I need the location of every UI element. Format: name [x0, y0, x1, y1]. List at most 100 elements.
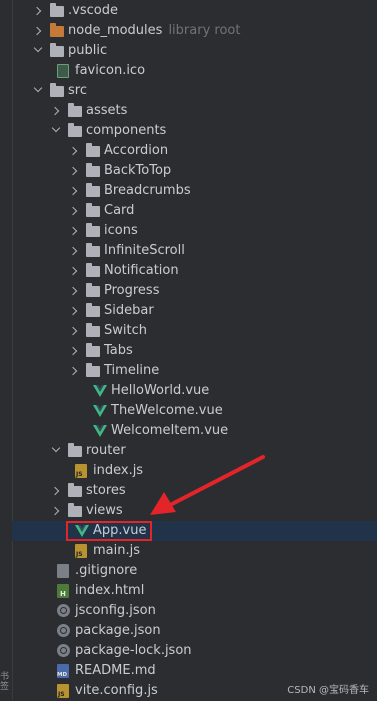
chevron-down-icon[interactable] [52, 121, 62, 141]
js-file-icon [75, 544, 87, 558]
tree-folder-row[interactable]: Tabs [12, 341, 377, 361]
tree-item-label: Card [104, 203, 135, 218]
tree-file-row[interactable]: favicon.ico [12, 61, 377, 81]
chevron-right-icon[interactable] [70, 181, 80, 201]
folder-icon [86, 203, 100, 217]
tree-item-label: index.html [75, 583, 145, 598]
bookmarks-tab-label[interactable]: 书签 [0, 672, 10, 692]
json-file-icon [57, 624, 70, 637]
tree-file-row[interactable]: README.md [12, 661, 377, 681]
tree-file-row[interactable]: index.js [12, 461, 377, 481]
tree-item-label: HelloWorld.vue [111, 383, 210, 398]
folder-icon [86, 363, 100, 377]
folder-icon [68, 103, 82, 117]
tree-item-label: node_modules library root [68, 23, 241, 38]
tree-file-row[interactable]: .gitignore [12, 561, 377, 581]
chevron-right-icon[interactable] [34, 1, 44, 21]
tree-file-row[interactable]: main.js [12, 541, 377, 561]
vue-file-icon [93, 385, 107, 397]
tree-item-label: Accordion [104, 143, 169, 158]
tree-folder-row[interactable]: Progress [12, 281, 377, 301]
tree-item-label: package-lock.json [75, 643, 192, 658]
tree-item-label: stores [86, 483, 126, 498]
chevron-right-icon[interactable] [70, 241, 80, 261]
tree-folder-row[interactable]: node_modules library root [12, 21, 377, 41]
tree-file-row[interactable]: HelloWorld.vue [12, 381, 377, 401]
tree-item-label: Switch [104, 323, 147, 338]
tree-folder-row[interactable]: public [12, 41, 377, 61]
tree-folder-row[interactable]: Switch [12, 321, 377, 341]
tree-folder-row[interactable]: Card [12, 201, 377, 221]
chevron-right-icon[interactable] [70, 221, 80, 241]
selection-highlight-box [66, 521, 152, 541]
tree-item-label: src [68, 83, 87, 98]
vue-file-icon [93, 405, 107, 417]
library-root-hint: library root [168, 23, 241, 38]
folder-icon [86, 143, 100, 157]
tree-file-row[interactable]: TheWelcome.vue [12, 401, 377, 421]
tree-folder-row[interactable]: BackToTop [12, 161, 377, 181]
tree-file-row[interactable]: package.json [12, 621, 377, 641]
folder-icon [68, 503, 82, 517]
chevron-right-icon[interactable] [70, 201, 80, 221]
chevron-right-icon[interactable] [52, 101, 62, 121]
tree-file-row[interactable]: WelcomeItem.vue [12, 421, 377, 441]
tree-item-label: jsconfig.json [75, 603, 156, 618]
js-file-icon [57, 684, 69, 698]
tree-folder-row[interactable]: assets [12, 101, 377, 121]
tree-folder-row[interactable]: views [12, 501, 377, 521]
tree-folder-row[interactable]: src [12, 81, 377, 101]
tree-folder-row[interactable]: .vscode [12, 1, 377, 21]
tree-folder-row[interactable]: components [12, 121, 377, 141]
chevron-down-icon[interactable] [52, 441, 62, 461]
tree-item-label: Notification [104, 263, 179, 278]
chevron-down-icon[interactable] [34, 81, 44, 101]
folder-icon [68, 123, 82, 137]
chevron-right-icon[interactable] [70, 161, 80, 181]
tree-item-label: Timeline [104, 363, 160, 378]
tree-folder-row[interactable]: icons [12, 221, 377, 241]
tree-folder-row[interactable]: stores [12, 481, 377, 501]
chevron-right-icon[interactable] [70, 141, 80, 161]
json-file-icon [57, 604, 70, 617]
tree-folder-row[interactable]: Timeline [12, 361, 377, 381]
folder-icon [86, 223, 100, 237]
folder-icon [50, 3, 64, 17]
watermark: CSDN @宝码香车 [287, 685, 369, 696]
tree-item-label: router [86, 443, 126, 458]
tree-file-row[interactable]: jsconfig.json [12, 601, 377, 621]
js-file-icon [75, 464, 87, 478]
chevron-right-icon[interactable] [52, 481, 62, 501]
tree-item-label: main.js [93, 543, 140, 558]
chevron-right-icon[interactable] [34, 21, 44, 41]
chevron-down-icon[interactable] [34, 41, 44, 61]
tree-item-label: views [86, 503, 123, 518]
tree-folder-row[interactable]: Breadcrumbs [12, 181, 377, 201]
chevron-right-icon[interactable] [70, 361, 80, 381]
chevron-right-icon[interactable] [52, 501, 62, 521]
tree-folder-row[interactable]: InfiniteScroll [12, 241, 377, 261]
chevron-right-icon[interactable] [70, 341, 80, 361]
tree-folder-row[interactable]: router [12, 441, 377, 461]
chevron-right-icon[interactable] [70, 321, 80, 341]
tree-item-label: README.md [75, 663, 156, 678]
chevron-right-icon[interactable] [70, 281, 80, 301]
folder-icon [68, 483, 82, 497]
chevron-right-icon[interactable] [70, 301, 80, 321]
tree-file-row[interactable]: index.html [12, 581, 377, 601]
tree-item-label: .gitignore [75, 563, 138, 578]
tree-item-label: InfiniteScroll [104, 243, 185, 258]
folder-icon [50, 23, 64, 37]
tree-folder-row[interactable]: Sidebar [12, 301, 377, 321]
folder-icon [86, 323, 100, 337]
tree-item-label: components [86, 123, 167, 138]
tree-item-label: public [68, 43, 108, 58]
tree-item-label: vite.config.js [75, 683, 158, 698]
tree-item-label: index.js [93, 463, 144, 478]
tree-folder-row[interactable]: Accordion [12, 141, 377, 161]
json-file-icon [57, 644, 70, 657]
chevron-right-icon[interactable] [70, 261, 80, 281]
tree-folder-row[interactable]: Notification [12, 261, 377, 281]
tree-file-row[interactable]: package-lock.json [12, 641, 377, 661]
folder-icon [50, 43, 64, 57]
